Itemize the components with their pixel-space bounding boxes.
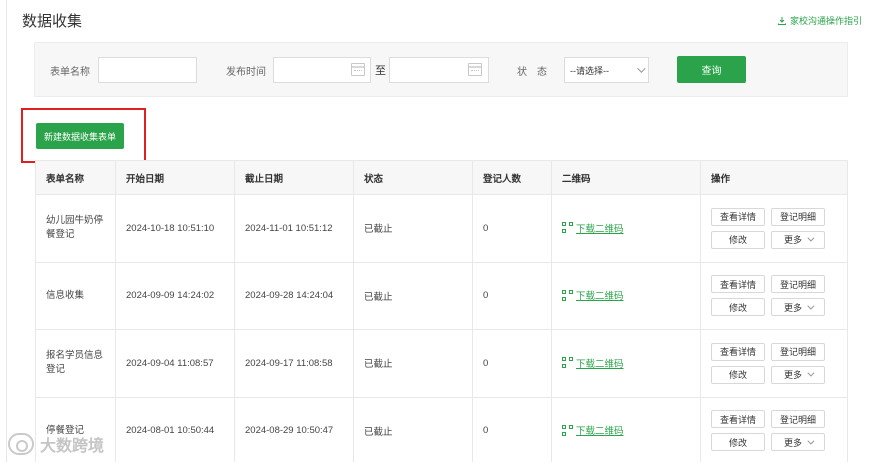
table-header-row: 表单名称 开始日期 截止日期 状态 登记人数 二维码 操作 — [35, 160, 848, 195]
filter-bar: 表单名称 发布时间 至 状 态 --请选择-- 查询 — [34, 42, 848, 97]
more-dropdown[interactable]: 更多 — [771, 433, 825, 452]
edit-button[interactable]: 修改 — [711, 298, 765, 317]
view-details-button[interactable]: 查看详情 — [711, 207, 765, 226]
count-cell: 0 — [472, 329, 552, 398]
operations-cell: 查看详情 登记明细 修改 更多 — [700, 396, 848, 462]
status-select-value: --请选择-- — [570, 65, 609, 76]
download-qrcode-label: 下载二维码 — [576, 358, 624, 370]
form-name-input[interactable] — [98, 57, 197, 83]
calendar-icon[interactable] — [351, 63, 365, 76]
qrcode-icon — [562, 289, 573, 301]
qrcode-cell: 下载二维码 — [551, 261, 701, 330]
header-end-date: 截止日期 — [234, 160, 354, 195]
end-date-cell: 2024-11-01 10:51:12 — [234, 194, 354, 263]
operations-cell: 查看详情 登记明细 修改 更多 — [700, 194, 848, 263]
operations-cell: 查看详情 登记明细 修改 更多 — [700, 261, 848, 330]
download-icon — [777, 16, 786, 25]
header-form-name: 表单名称 — [35, 160, 116, 195]
count-cell: 0 — [472, 396, 552, 462]
download-qrcode-link[interactable]: 下载二维码 — [562, 288, 624, 302]
chevron-down-icon — [807, 302, 815, 310]
header-count: 登记人数 — [472, 160, 552, 195]
table-row: 幼儿园牛奶停餐登记 2024-10-18 10:51:10 2024-11-01… — [35, 194, 848, 263]
header-qrcode: 二维码 — [551, 160, 701, 195]
chevron-down-icon — [807, 234, 815, 242]
more-dropdown[interactable]: 更多 — [771, 230, 825, 249]
start-date-cell: 2024-09-04 11:08:57 — [115, 329, 235, 398]
more-dropdown[interactable]: 更多 — [771, 365, 825, 384]
qrcode-icon — [562, 222, 573, 233]
operation-guide-label: 家校沟通操作指引 — [789, 16, 862, 26]
count-cell: 0 — [472, 261, 552, 330]
more-label: 更多 — [783, 370, 802, 381]
status-cell: 已截止 — [353, 194, 473, 263]
more-label: 更多 — [783, 235, 802, 246]
chevron-down-icon — [807, 369, 815, 377]
operations-cell: 查看详情 登记明细 修改 更多 — [700, 329, 848, 398]
download-qrcode-label: 下载二维码 — [576, 291, 624, 302]
table-row: 信息收集 2024-09-09 14:24:02 2024-09-28 14:2… — [35, 261, 848, 330]
qrcode-icon — [562, 424, 573, 436]
start-date-cell: 2024-09-09 14:24:02 — [115, 261, 235, 330]
qrcode-cell: 下载二维码 — [551, 329, 701, 398]
count-cell: 0 — [472, 194, 552, 263]
table-row: 停餐登记 2024-08-01 10:50:44 2024-08-29 10:5… — [35, 396, 848, 462]
qrcode-cell: 下载二维码 — [551, 194, 701, 263]
header-status: 状态 — [353, 160, 473, 195]
qrcode-cell: 下载二维码 — [551, 396, 701, 462]
calendar-icon[interactable] — [468, 63, 482, 76]
form-name-cell: 幼儿园牛奶停餐登记 — [35, 194, 116, 263]
registration-details-button[interactable]: 登记明细 — [771, 275, 825, 294]
end-date-cell: 2024-09-28 14:24:04 — [234, 261, 354, 330]
header-start-date: 开始日期 — [115, 160, 235, 195]
end-date-cell: 2024-08-29 10:50:47 — [234, 396, 354, 462]
edit-button[interactable]: 修改 — [711, 433, 765, 452]
publish-time-label: 发布时间 — [226, 67, 266, 78]
operation-guide-link[interactable]: 家校沟通操作指引 — [777, 14, 862, 27]
start-date-cell: 2024-08-01 10:50:44 — [115, 396, 235, 462]
registration-details-button[interactable]: 登记明细 — [771, 207, 825, 226]
download-qrcode-link[interactable]: 下载二维码 — [562, 423, 624, 437]
forms-table: 表单名称 开始日期 截止日期 状态 登记人数 二维码 操作 幼儿园牛奶停餐登记 … — [35, 160, 848, 462]
view-details-button[interactable]: 查看详情 — [711, 275, 765, 294]
view-details-button[interactable]: 查看详情 — [711, 342, 765, 361]
start-date-cell: 2024-10-18 10:51:10 — [115, 194, 235, 263]
status-cell: 已截止 — [353, 396, 473, 462]
download-qrcode-label: 下载二维码 — [576, 426, 624, 437]
status-select[interactable]: --请选择-- — [564, 57, 649, 83]
watermark-logo-icon — [8, 433, 34, 455]
qrcode-icon — [562, 357, 573, 368]
download-qrcode-link[interactable]: 下载二维码 — [562, 356, 624, 370]
end-date-cell: 2024-09-17 11:08:58 — [234, 329, 354, 398]
date-separator: 至 — [375, 65, 386, 77]
download-qrcode-label: 下载二维码 — [576, 223, 624, 235]
query-button[interactable]: 查询 — [677, 56, 746, 83]
left-divider — [6, 0, 7, 462]
registration-details-button[interactable]: 登记明细 — [771, 342, 825, 361]
table-row: 报名学员信息登记 2024-09-04 11:08:57 2024-09-17 … — [35, 329, 848, 398]
more-dropdown[interactable]: 更多 — [771, 298, 825, 317]
view-details-button[interactable]: 查看详情 — [711, 410, 765, 429]
new-form-button[interactable]: 新建数据收集表单 — [36, 123, 124, 149]
status-cell: 已截止 — [353, 261, 473, 330]
chevron-down-icon — [637, 64, 646, 73]
chevron-down-icon — [807, 437, 815, 445]
download-qrcode-link[interactable]: 下载二维码 — [562, 221, 624, 235]
form-name-cell: 停餐登记 — [35, 396, 116, 462]
edit-button[interactable]: 修改 — [711, 365, 765, 384]
registration-details-button[interactable]: 登记明细 — [771, 410, 825, 429]
edit-button[interactable]: 修改 — [711, 230, 765, 249]
form-name-cell: 信息收集 — [35, 261, 116, 330]
page-title: 数据收集 — [22, 13, 83, 30]
more-label: 更多 — [783, 302, 802, 313]
header-operations: 操作 — [700, 160, 848, 195]
more-label: 更多 — [783, 437, 802, 448]
status-cell: 已截止 — [353, 329, 473, 398]
status-label: 状 态 — [517, 67, 547, 78]
form-name-label: 表单名称 — [50, 67, 90, 78]
form-name-cell: 报名学员信息登记 — [35, 329, 116, 398]
